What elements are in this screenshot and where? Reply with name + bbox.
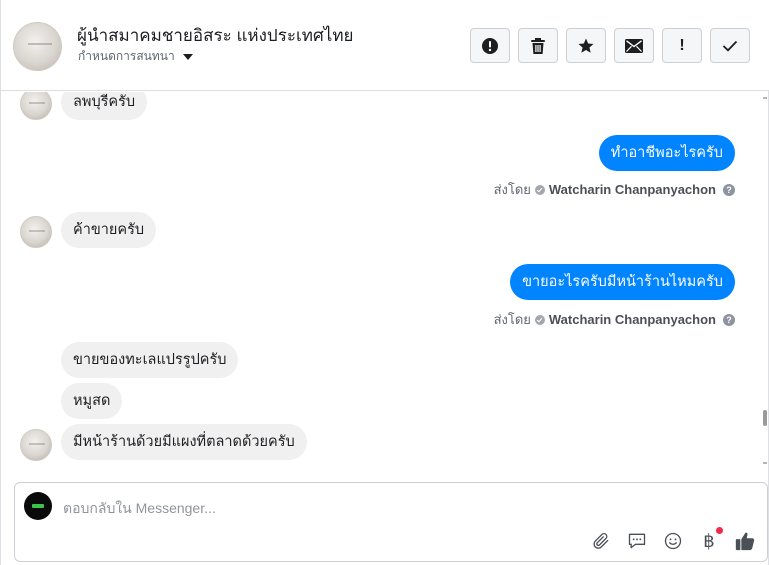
delete-button[interactable] <box>518 28 558 63</box>
attach-file-button[interactable] <box>589 529 613 553</box>
avatar[interactable] <box>13 22 62 71</box>
sent-by-line: ส่งโดย Watcharin Chanpanyachon ? <box>494 179 735 200</box>
message-bubble-outgoing[interactable]: ทำอาชีพอะไรครับ <box>598 135 735 171</box>
reply-input[interactable] <box>63 498 663 518</box>
avatar[interactable] <box>20 92 52 120</box>
sent-by-line: ส่งโดย Watcharin Chanpanyachon ? <box>494 309 735 330</box>
alert-circle-icon <box>482 37 498 54</box>
mark-unread-button[interactable] <box>614 28 654 63</box>
report-button[interactable] <box>470 28 510 63</box>
payment-button[interactable]: ฿ <box>697 527 723 553</box>
like-button[interactable] <box>733 529 757 553</box>
help-icon[interactable]: ? <box>723 183 735 196</box>
scrollbar-bottom-arrow[interactable] <box>763 462 767 464</box>
message-bubble-incoming[interactable]: มีหน้าร้านด้วยมีแผงที่ตลาดด้วยครับ <box>61 424 307 460</box>
important-button[interactable]: ! <box>662 28 702 63</box>
header-actions: ! <box>470 28 750 63</box>
exclamation-icon: ! <box>679 36 685 54</box>
message-bubble-outgoing[interactable]: ขายอะไรครับมีหน้าร้านไหมครับ <box>510 264 735 300</box>
emoji-button[interactable] <box>661 529 685 553</box>
paperclip-icon <box>593 532 609 549</box>
check-icon <box>722 40 738 52</box>
conversation-settings-label: กำหนดการสนทนา <box>78 49 175 63</box>
thumbs-up-icon <box>735 532 755 551</box>
composer-tools: ฿ <box>589 527 757 553</box>
avatar[interactable] <box>20 429 52 461</box>
conversation-settings-dropdown[interactable]: กำหนดการสนทนา <box>78 47 193 66</box>
scrollbar-top-arrow[interactable] <box>763 97 767 99</box>
caret-down-icon <box>182 54 193 60</box>
message-bubble-incoming[interactable]: หมูสด <box>61 383 123 419</box>
done-button[interactable] <box>710 28 750 63</box>
messenger-conversation: ผู้นำสมาคมชายอิสระ แห่งประเทศไทย กำหนดกา… <box>0 0 769 565</box>
trash-icon <box>531 37 545 54</box>
sent-by-label: ส่งโดย <box>493 312 531 327</box>
sent-by-label: ส่งโดย <box>493 182 531 197</box>
check-circle-icon <box>534 184 545 195</box>
envelope-icon <box>625 38 643 53</box>
sender-name[interactable]: Watcharin Chanpanyachon <box>549 182 716 197</box>
star-icon <box>578 38 594 53</box>
saved-replies-button[interactable] <box>625 529 649 553</box>
check-circle-icon <box>534 314 545 325</box>
message-bubble-incoming[interactable]: ขายของทะเลแปรรูปครับ <box>61 342 239 378</box>
baht-icon: ฿ <box>703 530 715 552</box>
conversation-title[interactable]: ผู้นำสมาคมชายอิสระ แห่งประเทศไทย <box>77 22 354 49</box>
message-bubble-incoming[interactable]: ค้าขายครับ <box>61 212 157 248</box>
chat-bubble-icon <box>628 533 646 549</box>
page-avatar <box>24 492 52 520</box>
notification-dot <box>716 527 723 534</box>
avatar[interactable] <box>20 216 52 248</box>
scrollbar-thumb[interactable] <box>763 410 767 426</box>
help-icon[interactable]: ? <box>723 313 735 326</box>
sender-name[interactable]: Watcharin Chanpanyachon <box>549 312 716 327</box>
reply-composer: ฿ <box>14 482 768 562</box>
star-button[interactable] <box>566 28 606 63</box>
smiley-icon <box>664 532 682 550</box>
message-thread[interactable]: ลพบุรีครับ ทำอาชีพอะไรครับ ส่งโดย Watcha… <box>1 92 769 468</box>
conversation-header: ผู้นำสมาคมชายอิสระ แห่งประเทศไทย กำหนดกา… <box>1 0 769 91</box>
message-bubble-incoming[interactable]: ลพบุรีครับ <box>61 92 148 120</box>
